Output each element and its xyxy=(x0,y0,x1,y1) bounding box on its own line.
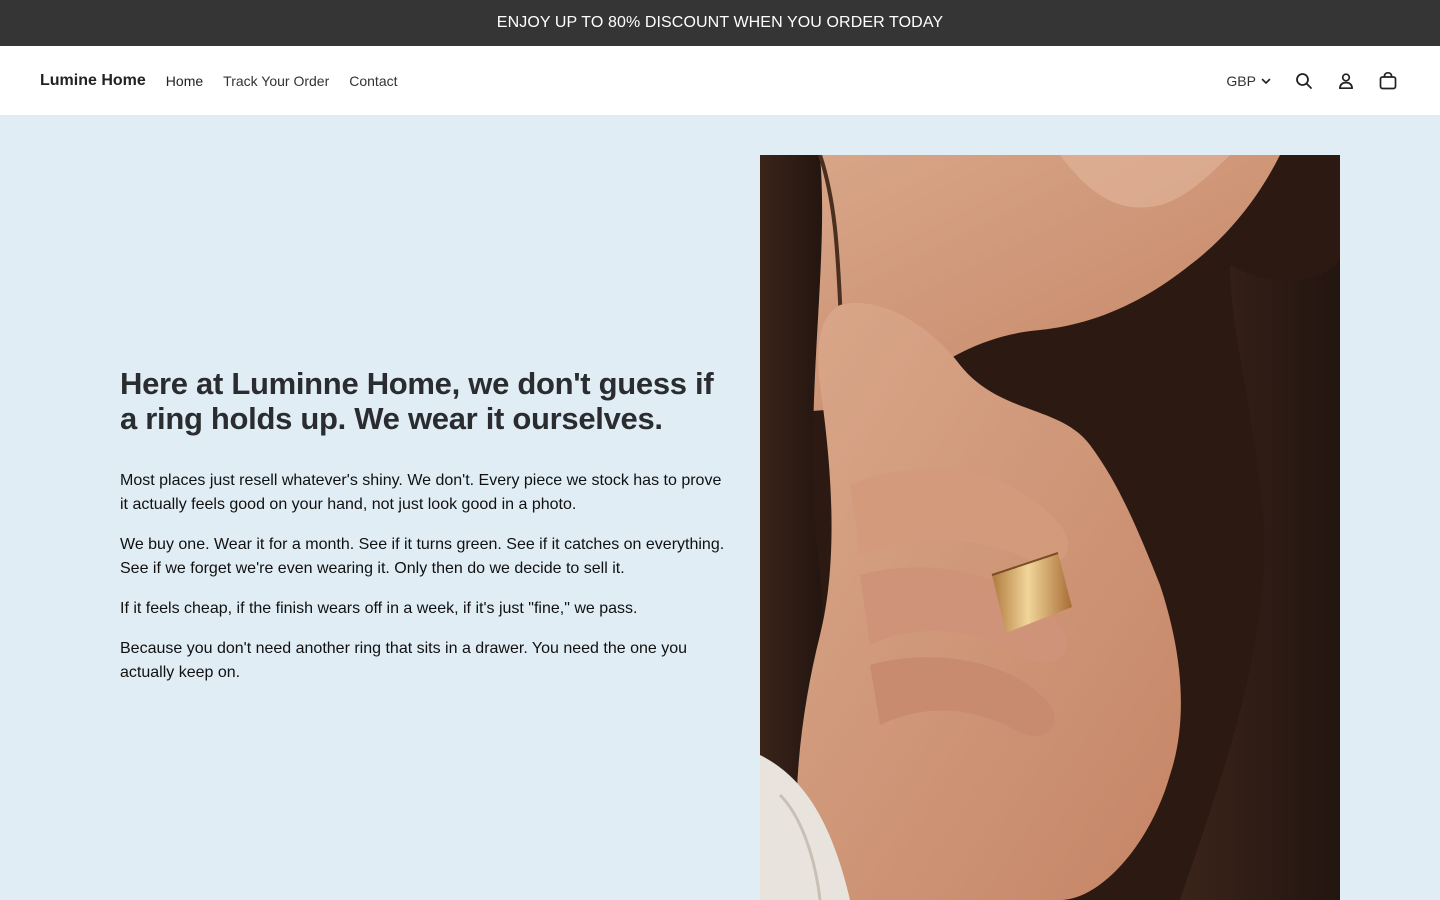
currency-label: GBP xyxy=(1226,72,1256,89)
hero-image xyxy=(760,155,1340,900)
search-icon xyxy=(1296,72,1312,89)
nav-home[interactable]: Home xyxy=(166,73,203,89)
account-icon xyxy=(1338,72,1354,89)
main-nav: Home Track Your Order Contact xyxy=(166,73,398,89)
site-header: Lumine Home Home Track Your Order Contac… xyxy=(0,46,1440,115)
header-actions: GBP xyxy=(1226,69,1400,93)
nav-contact[interactable]: Contact xyxy=(349,73,397,89)
hero-title: Here at Luminne Home, we don't guess if … xyxy=(120,366,714,436)
announcement-bar: ENJOY UP TO 80% DISCOUNT WHEN YOU ORDER … xyxy=(0,0,1440,46)
account-button[interactable] xyxy=(1334,69,1358,93)
logo[interactable]: Lumine Home xyxy=(40,72,146,90)
cart-button[interactable] xyxy=(1376,69,1400,93)
search-button[interactable] xyxy=(1292,69,1316,93)
hero-paragraph: Because you don't need another ring that… xyxy=(120,640,688,681)
cart-icon xyxy=(1379,71,1397,89)
hero-paragraph: Most places just resell whatever's shiny… xyxy=(120,472,722,513)
hero-paragraphs: Most places just resell whatever's shiny… xyxy=(120,469,725,685)
currency-selector[interactable]: GBP xyxy=(1226,73,1272,89)
nav-track-order[interactable]: Track Your Order xyxy=(223,73,329,89)
hero-paragraph: If it feels cheap, if the finish wears o… xyxy=(120,600,638,617)
hero-content: Here at Luminne Home, we don't guess if … xyxy=(120,366,725,701)
hero-paragraph: We buy one. Wear it for a month. See if … xyxy=(120,536,725,577)
announcement-text: ENJOY UP TO 80% DISCOUNT WHEN YOU ORDER … xyxy=(496,14,944,31)
chevron-down-icon xyxy=(1261,78,1271,84)
